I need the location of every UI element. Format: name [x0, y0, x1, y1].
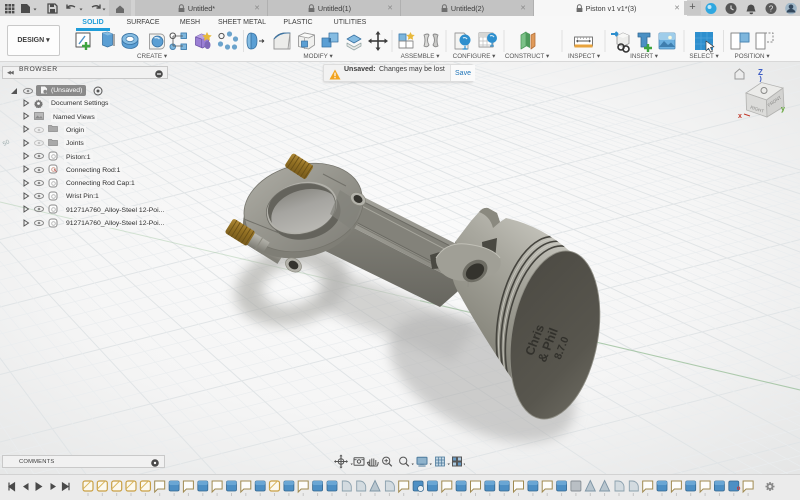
svg-text:x: x [738, 113, 742, 120]
svg-text:Z: Z [758, 68, 763, 77]
svg-text:o: o [737, 486, 741, 492]
svg-text:?: ? [769, 4, 774, 13]
svg-text:y: y [781, 106, 785, 113]
